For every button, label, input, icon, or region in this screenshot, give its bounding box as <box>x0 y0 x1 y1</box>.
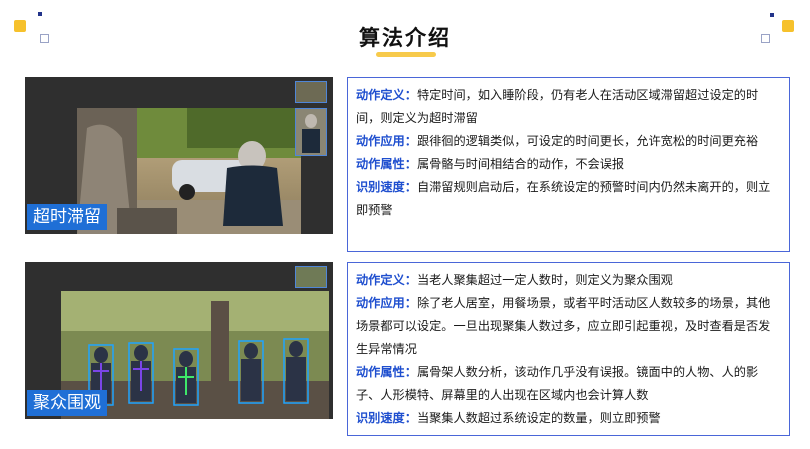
page-title: 算法介绍 <box>359 26 451 50</box>
thumbnail-group <box>295 266 327 288</box>
info-panel-gathering: 动作定义：当老人聚集超过一定人数时，则定义为聚众围观 动作应用：除了老人居室，用… <box>347 262 790 436</box>
label-tag-gathering: 聚众围观 <box>27 390 107 416</box>
camera-view-gathering: 聚众围观 <box>25 262 333 419</box>
application-row: 动作应用：除了老人居室，用餐场景，或者平时活动区人数较多的场景，其他场景都可以设… <box>356 296 771 356</box>
decor-square-navy-left <box>38 12 42 16</box>
speed-row: 识别速度：当聚集人数超过系统设定的数量，则立即预警 <box>356 411 661 425</box>
definition-row: 动作定义：特定时间，如入睡阶段，仍有老人在活动区域滞留超过设定的时间，则定义为超… <box>356 88 759 125</box>
thumbnail-person <box>295 108 327 156</box>
attribute-row: 动作属性：属骨骼与时间相结合的动作，不会误报 <box>356 157 625 171</box>
thumbnail-top <box>295 81 327 103</box>
attribute-row: 动作属性：属骨架人数分析，该动作几乎没有误报。镜面中的人物、人的影子、人形模特、… <box>356 365 759 402</box>
info-panel-loitering: 动作定义：特定时间，如入睡阶段，仍有老人在活动区域滞留超过设定的时间，则定义为超… <box>347 77 790 252</box>
scene-image-loitering <box>77 108 301 234</box>
definition-row: 动作定义：当老人聚集超过一定人数时，则定义为聚众围观 <box>356 273 673 287</box>
application-row: 动作应用：跟徘徊的逻辑类似，可设定的时间更长，允许宽松的时间更充裕 <box>356 134 759 148</box>
label-tag-loitering: 超时滞留 <box>27 204 107 230</box>
camera-view-loitering: 超时滞留 <box>25 77 333 234</box>
decor-square-navy-right <box>770 13 774 17</box>
speed-row: 识别速度：自滞留规则启动后，在系统设定的预警时间内仍然未离开的，则立即预警 <box>356 180 771 217</box>
title-underline <box>376 52 436 57</box>
